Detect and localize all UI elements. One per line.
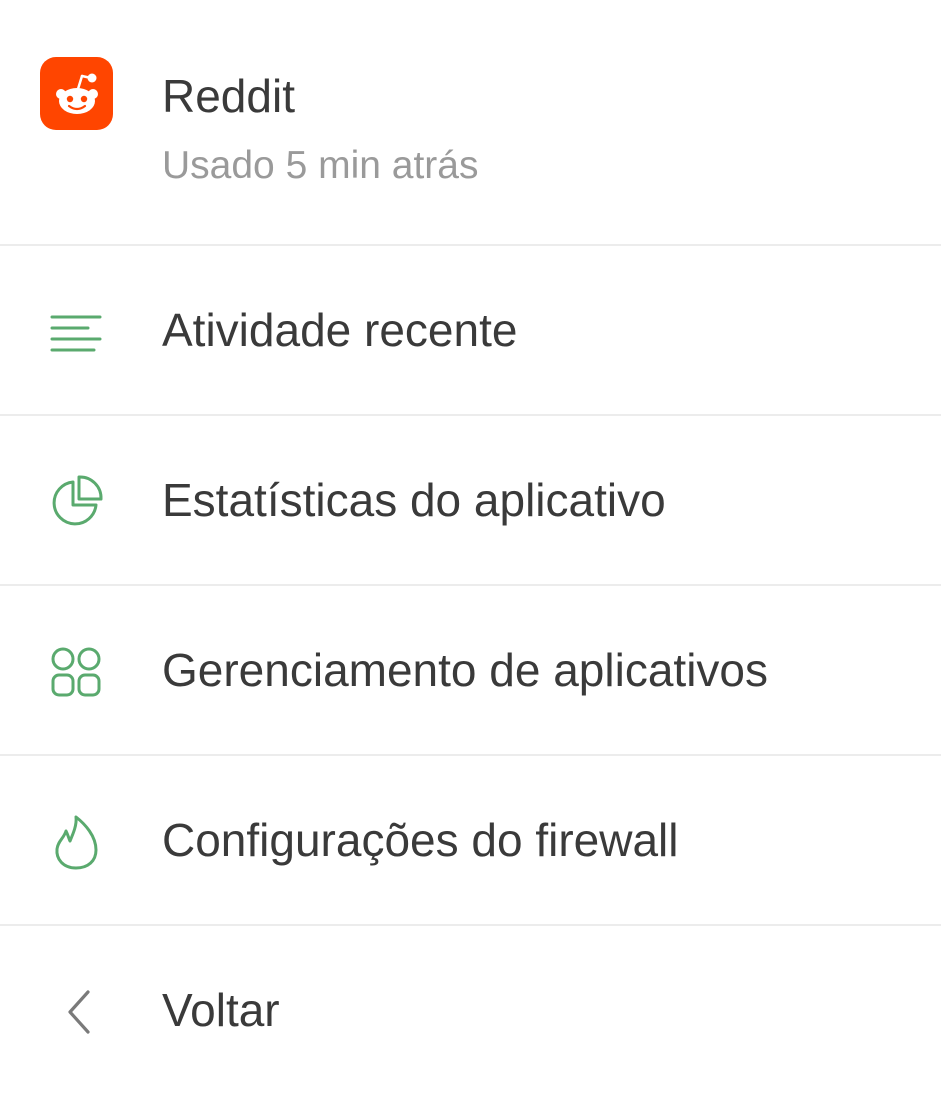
- app-options-sheet: Reddit Usado 5 min atrás Atividade recen…: [0, 0, 941, 1096]
- list-lines-icon: [44, 300, 108, 364]
- menu-item-label: Configurações do firewall: [162, 814, 679, 866]
- menu-item-firewall-settings[interactable]: Configurações do firewall: [0, 756, 941, 924]
- menu-item-label: Voltar: [162, 984, 280, 1036]
- menu-item-label: Gerenciamento de aplicativos: [162, 644, 768, 696]
- pie-chart-icon: [44, 470, 108, 534]
- flame-icon: [44, 810, 108, 874]
- app-last-used: Usado 5 min atrás: [162, 144, 479, 187]
- menu-item-label: Atividade recente: [162, 304, 518, 356]
- app-grid-icon: [44, 640, 108, 704]
- back-button[interactable]: Voltar: [0, 926, 941, 1094]
- chevron-left-icon: [44, 980, 108, 1044]
- menu-item-label: Estatísticas do aplicativo: [162, 474, 666, 526]
- app-header: Reddit Usado 5 min atrás: [0, 0, 941, 244]
- app-name: Reddit: [162, 70, 295, 122]
- menu-item-app-management[interactable]: Gerenciamento de aplicativos: [0, 586, 941, 754]
- reddit-logo-icon: [40, 57, 113, 130]
- menu-item-recent-activity[interactable]: Atividade recente: [0, 246, 941, 414]
- menu-item-app-statistics[interactable]: Estatísticas do aplicativo: [0, 416, 941, 584]
